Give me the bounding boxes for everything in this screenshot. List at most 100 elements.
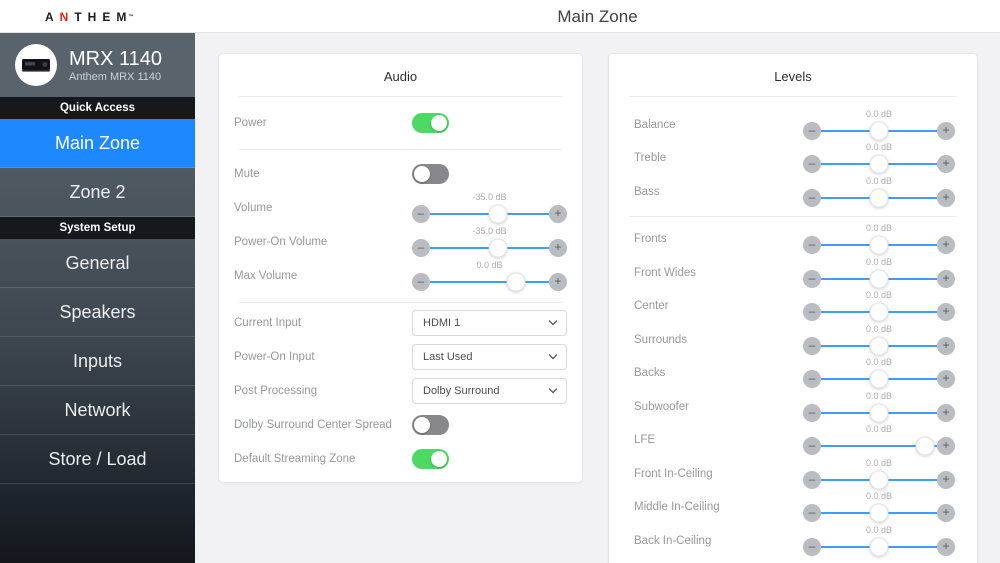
- minus-button[interactable]: –: [412, 205, 430, 223]
- minus-button[interactable]: –: [803, 403, 821, 422]
- slider-track[interactable]: [821, 436, 937, 456]
- slider-track[interactable]: [821, 269, 937, 289]
- minus-button[interactable]: –: [803, 269, 821, 288]
- slider-track[interactable]: [430, 272, 549, 292]
- top-bar: A N THEM ™ Main Zone: [0, 0, 1000, 33]
- slider-track[interactable]: [430, 204, 549, 224]
- slider-handle[interactable]: [869, 188, 889, 208]
- slider-track[interactable]: [821, 336, 937, 356]
- power-on-input-select[interactable]: Last Used: [412, 344, 567, 370]
- plus-button[interactable]: +: [549, 239, 567, 257]
- sidebar-item-main-zone[interactable]: Main Zone: [0, 119, 195, 168]
- default-streaming-zone-toggle[interactable]: [412, 449, 449, 469]
- plus-button[interactable]: +: [937, 236, 955, 255]
- current-input-select[interactable]: HDMI 1: [412, 310, 567, 336]
- trademark-mark: ™: [128, 13, 134, 20]
- plus-button[interactable]: +: [937, 370, 955, 389]
- slider-track[interactable]: [821, 188, 937, 208]
- minus-button[interactable]: –: [803, 303, 821, 322]
- plus-button[interactable]: +: [937, 537, 955, 556]
- plus-button[interactable]: +: [937, 336, 955, 355]
- plus-button[interactable]: +: [937, 470, 955, 489]
- slider-handle[interactable]: [488, 204, 508, 224]
- slider-track[interactable]: [821, 369, 937, 389]
- sidebar-item-network[interactable]: Network: [0, 386, 195, 435]
- treble-slider: 0.0 dB – +: [803, 141, 955, 175]
- power-toggle[interactable]: [412, 113, 449, 133]
- slider-handle[interactable]: [869, 154, 889, 174]
- plus-button[interactable]: +: [937, 188, 955, 207]
- minus-button[interactable]: –: [803, 370, 821, 389]
- slider-handle[interactable]: [869, 470, 889, 490]
- slider-handle[interactable]: [869, 369, 889, 389]
- slider-handle[interactable]: [869, 336, 889, 356]
- row-label: Treble: [634, 152, 667, 165]
- minus-button[interactable]: –: [803, 336, 821, 355]
- row-control: 0.0 dB – +: [803, 222, 955, 256]
- minus-button[interactable]: –: [803, 155, 821, 174]
- row-control: 0.0 dB – +: [803, 289, 955, 323]
- plus-button[interactable]: +: [937, 437, 955, 456]
- audio-panel-title: Audio: [383, 69, 418, 84]
- slider-handle[interactable]: [869, 269, 889, 289]
- sidebar-item-zone-2[interactable]: Zone 2: [0, 168, 195, 217]
- row-front-in-ceiling: Front In-Ceiling 0.0 dB – +: [609, 457, 977, 491]
- row-label: Middle In-Ceiling: [634, 501, 720, 514]
- slider-track[interactable]: [821, 154, 937, 174]
- minus-button[interactable]: –: [803, 437, 821, 456]
- slider-track[interactable]: [821, 470, 937, 490]
- plus-button[interactable]: +: [937, 403, 955, 422]
- plus-button[interactable]: +: [937, 269, 955, 288]
- slider-value-label: 0.0 dB: [865, 457, 893, 468]
- plus-button[interactable]: +: [549, 205, 567, 223]
- plus-button[interactable]: +: [937, 155, 955, 174]
- plus-button[interactable]: +: [937, 303, 955, 322]
- minus-button[interactable]: –: [803, 121, 821, 140]
- slider-bar: – +: [803, 121, 955, 141]
- sidebar-item-speakers[interactable]: Speakers: [0, 288, 195, 337]
- minus-button[interactable]: –: [803, 504, 821, 523]
- plus-button[interactable]: +: [549, 273, 567, 291]
- plus-button[interactable]: +: [937, 121, 955, 140]
- slider-track[interactable]: [821, 537, 937, 557]
- row-label: Post Processing: [234, 385, 318, 397]
- plus-button[interactable]: +: [937, 504, 955, 523]
- balance-slider: 0.0 dB – +: [803, 108, 955, 142]
- minus-button[interactable]: –: [412, 273, 430, 291]
- select-value: HDMI 1: [423, 317, 461, 329]
- row-label: Power-On Volume: [234, 236, 328, 248]
- slider-value-label: 0.0 dB: [865, 175, 893, 186]
- slider-handle[interactable]: [869, 121, 889, 141]
- mute-toggle[interactable]: [412, 164, 449, 184]
- row-label: Balance: [634, 118, 676, 131]
- slider-track[interactable]: [821, 503, 937, 523]
- slider-handle[interactable]: [869, 235, 889, 255]
- row-label: Bass: [634, 185, 660, 198]
- sidebar-item-store-load[interactable]: Store / Load: [0, 435, 195, 484]
- minus-button[interactable]: –: [803, 537, 821, 556]
- minus-button[interactable]: –: [803, 470, 821, 489]
- slider-handle[interactable]: [869, 403, 889, 423]
- row-back-in-ceiling: Back In-Ceiling 0.0 dB – +: [609, 524, 977, 558]
- sidebar-item-inputs[interactable]: Inputs: [0, 337, 195, 386]
- slider-handle[interactable]: [915, 436, 935, 456]
- slider-handle[interactable]: [869, 503, 889, 523]
- post-processing-select[interactable]: Dolby Surround: [412, 378, 567, 404]
- minus-button[interactable]: –: [803, 188, 821, 207]
- minus-button[interactable]: –: [412, 239, 430, 257]
- row-backs: Backs 0.0 dB – +: [609, 357, 977, 391]
- slider-track[interactable]: [430, 238, 549, 258]
- slider-handle[interactable]: [869, 537, 889, 557]
- slider-track[interactable]: [821, 403, 937, 423]
- slider-track[interactable]: [821, 235, 937, 255]
- slider-track[interactable]: [821, 302, 937, 322]
- row-control: 0.0 dB – +: [803, 256, 955, 290]
- slider-track[interactable]: [821, 121, 937, 141]
- minus-button[interactable]: –: [803, 236, 821, 255]
- slider-handle[interactable]: [869, 302, 889, 322]
- sidebar-item-general[interactable]: General: [0, 239, 195, 288]
- slider-handle[interactable]: [506, 272, 526, 292]
- group: Current Input HDMI 1 Power-On Input Last Us…: [219, 303, 582, 486]
- slider-handle[interactable]: [488, 238, 508, 258]
- dolby-surround-center-spread-toggle[interactable]: [412, 415, 449, 435]
